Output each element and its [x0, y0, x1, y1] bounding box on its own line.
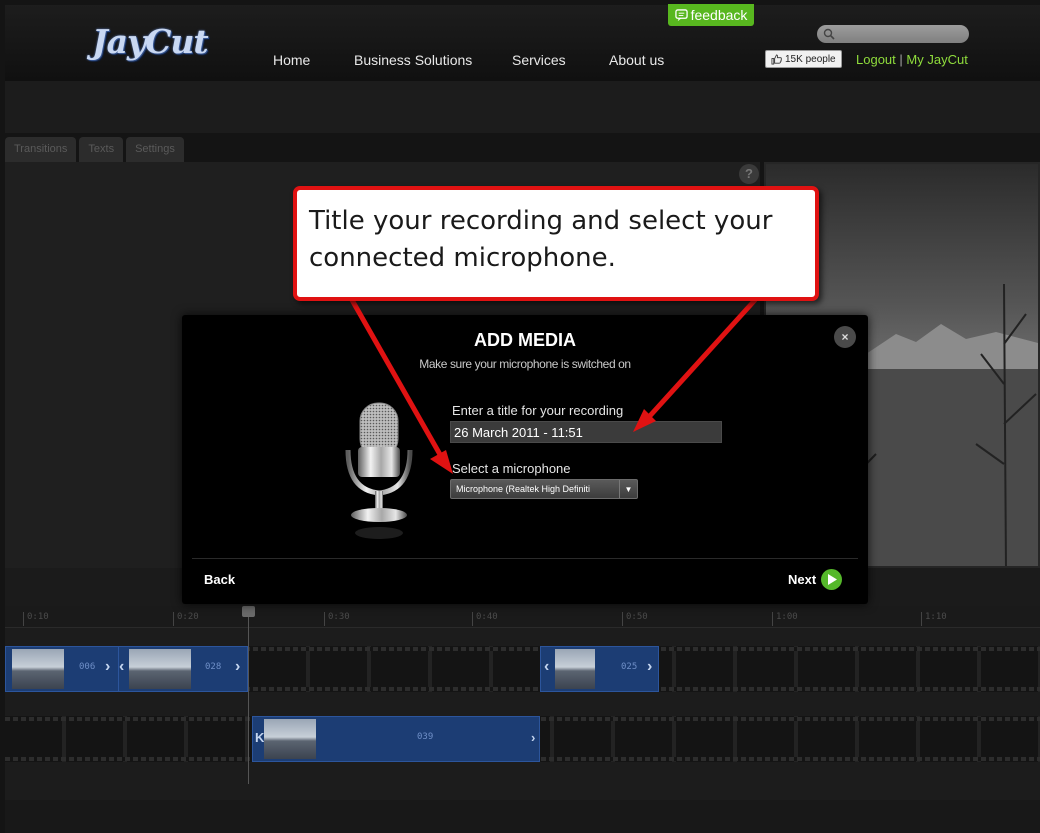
playhead-line — [248, 610, 249, 784]
timeline-clip[interactable]: 006 › — [5, 646, 124, 692]
tab-settings[interactable]: Settings — [126, 137, 184, 162]
like-button[interactable]: 15K people — [765, 50, 842, 68]
jaycut-logo[interactable]: JayCut — [92, 22, 209, 61]
chevron-icon[interactable]: › — [647, 658, 652, 676]
clip-duration: 006 — [79, 662, 96, 672]
sub-header-bar — [5, 81, 1040, 133]
chat-bubble-icon — [674, 8, 688, 21]
feedback-button[interactable]: feedback — [668, 4, 754, 26]
nav-services[interactable]: Services — [512, 52, 566, 68]
ruler-tick: 0:40 — [472, 612, 498, 626]
clip-duration: 039 — [417, 732, 434, 742]
clip-duration: 028 — [205, 662, 222, 672]
dialog-subtitle: Make sure your microphone is switched on — [419, 357, 631, 371]
like-count: 15K people — [785, 53, 836, 65]
ruler-tick: 0:50 — [622, 612, 648, 626]
chevron-down-icon: ▼ — [619, 480, 637, 498]
user-links: Logout | My JayCut — [856, 52, 968, 67]
ruler-tick: 0:30 — [324, 612, 350, 626]
chevron-icon[interactable]: › — [235, 658, 240, 676]
timeline-clip[interactable]: ‹ 028 › — [118, 646, 248, 692]
dialog-divider — [192, 558, 858, 559]
help-icon[interactable]: ? — [739, 164, 759, 184]
link-separator: | — [899, 52, 903, 67]
timeline-ruler: 0:10 0:20 0:30 0:40 0:50 1:00 1:10 — [5, 606, 1040, 628]
my-jaycut-link[interactable]: My JayCut — [906, 52, 967, 67]
track-spacer — [5, 628, 1040, 646]
next-label: Next — [788, 572, 817, 587]
search-input[interactable] — [817, 26, 969, 44]
timeline-clip[interactable]: ‹ 025 › — [540, 646, 659, 692]
instruction-callout: Title your recording and select your con… — [293, 186, 819, 301]
clip-thumbnail — [555, 649, 595, 689]
timeline-clip[interactable]: K 039 › — [252, 716, 540, 762]
clip-thumbnail — [264, 719, 316, 759]
editor-tabs: Transitions Texts Settings — [5, 137, 184, 162]
nav-home[interactable]: Home — [273, 52, 310, 68]
track-spacer — [5, 692, 1040, 716]
search-box[interactable] — [817, 25, 969, 44]
next-button[interactable]: Next — [788, 569, 843, 590]
clip-thumbnail — [12, 649, 64, 689]
chevron-icon[interactable]: › — [531, 730, 535, 745]
play-arrow-icon — [821, 569, 843, 590]
add-media-dialog: ADD MEDIA Make sure your microphone is s… — [182, 315, 868, 604]
ruler-tick: 1:00 — [772, 612, 798, 626]
recording-title-input[interactable] — [450, 421, 722, 443]
tab-texts[interactable]: Texts — [79, 137, 124, 162]
clip-duration: 025 — [621, 662, 638, 672]
track-spacer — [5, 762, 1040, 800]
clip-thumbnail — [129, 649, 191, 689]
close-icon[interactable]: × — [834, 326, 856, 348]
thumbs-up-icon — [771, 54, 782, 64]
back-button[interactable]: Back — [204, 572, 235, 587]
nav-about-us[interactable]: About us — [609, 52, 664, 68]
nav-business-solutions[interactable]: Business Solutions — [354, 52, 472, 68]
ruler-tick: 0:20 — [173, 612, 199, 626]
playhead-handle[interactable] — [242, 606, 255, 617]
chevron-icon[interactable]: › — [105, 658, 110, 676]
chevron-icon[interactable]: ‹ — [544, 658, 549, 676]
feedback-label: feedback — [690, 7, 748, 23]
microphone-selected-value: Microphone (Realtek High Definiti — [456, 484, 591, 494]
search-icon — [823, 28, 835, 40]
chevron-icon[interactable]: K — [255, 730, 264, 745]
logout-link[interactable]: Logout — [856, 52, 896, 67]
microphone-icon — [345, 402, 413, 539]
footer-bar — [5, 800, 1040, 833]
ruler-tick: 0:10 — [23, 612, 49, 626]
tab-transitions[interactable]: Transitions — [5, 137, 77, 162]
title-field-label: Enter a title for your recording — [452, 403, 624, 418]
dialog-title: ADD MEDIA — [474, 330, 576, 350]
microphone-select[interactable]: Microphone (Realtek High Definiti ▼ — [450, 479, 638, 499]
chevron-icon[interactable]: ‹ — [119, 658, 124, 676]
microphone-field-label: Select a microphone — [452, 461, 571, 476]
callout-text: Title your recording and select your con… — [309, 206, 773, 273]
ruler-tick: 1:10 — [921, 612, 947, 626]
